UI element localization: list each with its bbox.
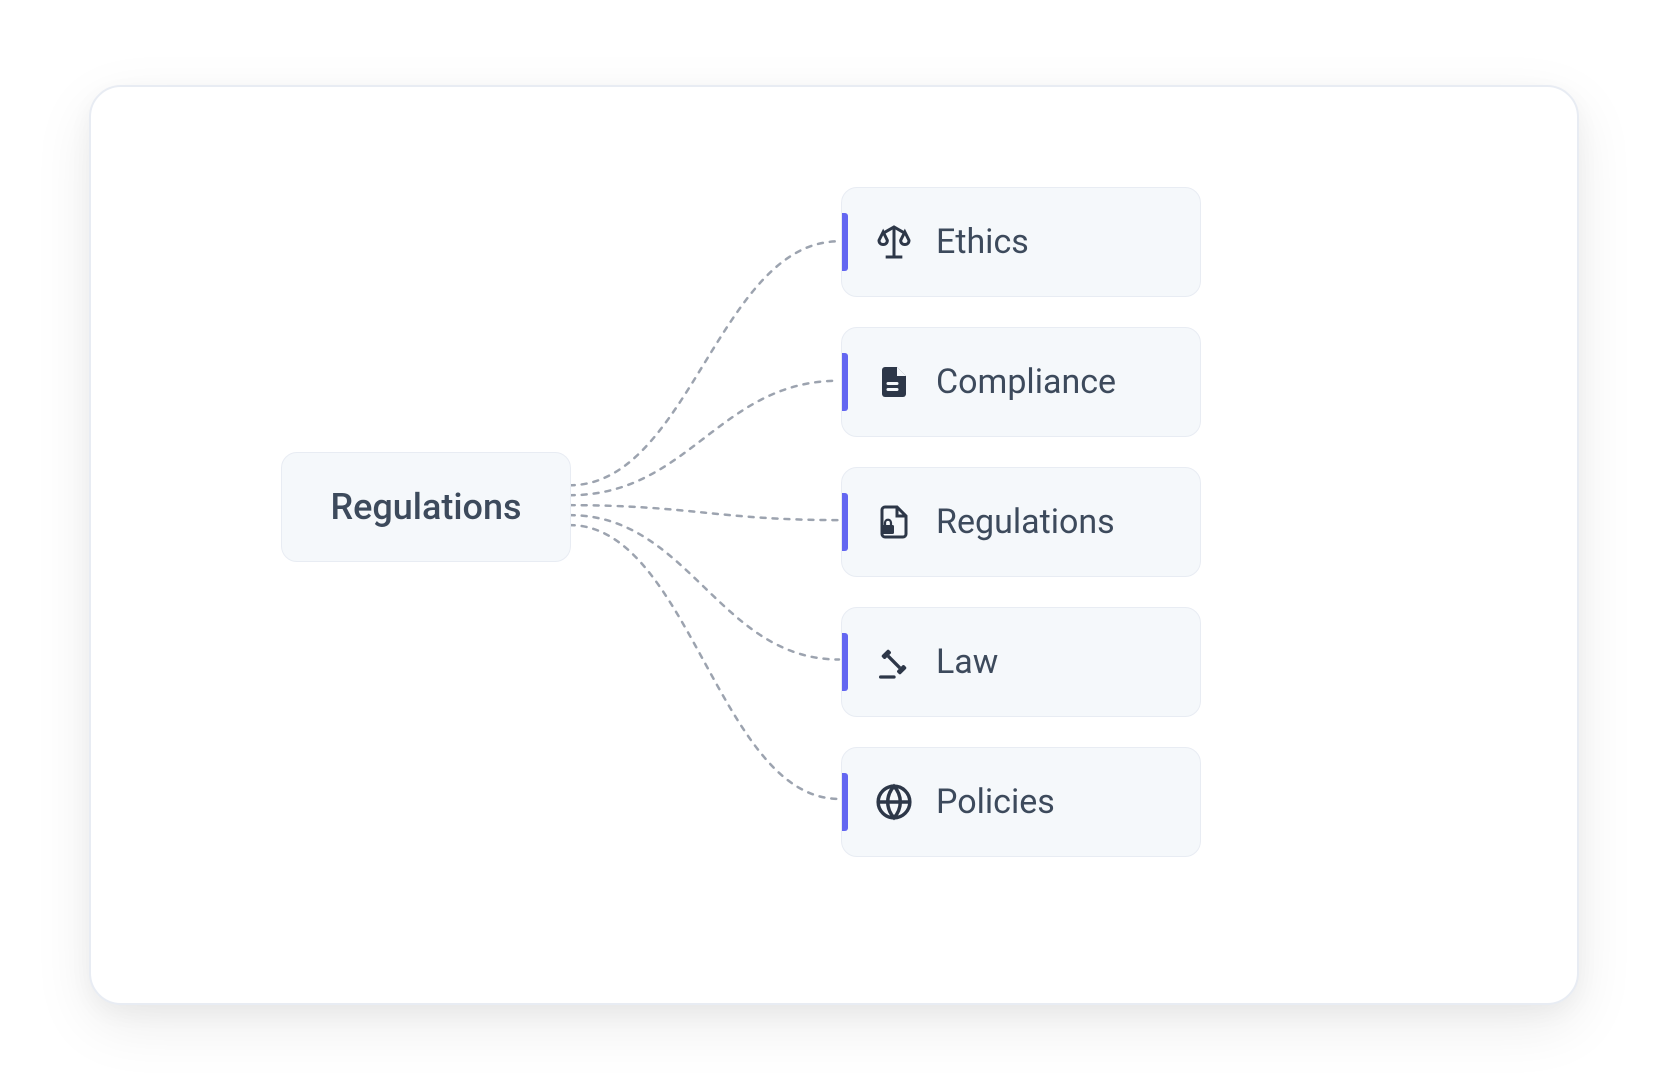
gavel-icon [872,640,916,684]
child-label: Ethics [936,222,1029,262]
secure-document-icon [872,500,916,544]
accent-marker [842,773,848,831]
child-node-regulations: Regulations [841,467,1201,577]
child-label: Policies [936,782,1055,822]
globe-icon [872,780,916,824]
diagram-card: Regulations Ethics [89,85,1579,1005]
accent-marker [842,493,848,551]
child-column: Ethics Compliance [841,187,1201,857]
document-icon [872,360,916,404]
child-node-compliance: Compliance [841,327,1201,437]
child-label: Law [936,642,998,682]
child-label: Compliance [936,362,1116,402]
accent-marker [842,633,848,691]
root-node-label: Regulations [330,486,521,528]
child-node-ethics: Ethics [841,187,1201,297]
child-node-policies: Policies [841,747,1201,857]
scales-icon [872,220,916,264]
root-node: Regulations [281,452,571,562]
child-label: Regulations [936,502,1115,542]
child-node-law: Law [841,607,1201,717]
accent-marker [842,353,848,411]
diagram-container: Regulations Ethics [91,87,1577,1003]
accent-marker [842,213,848,271]
